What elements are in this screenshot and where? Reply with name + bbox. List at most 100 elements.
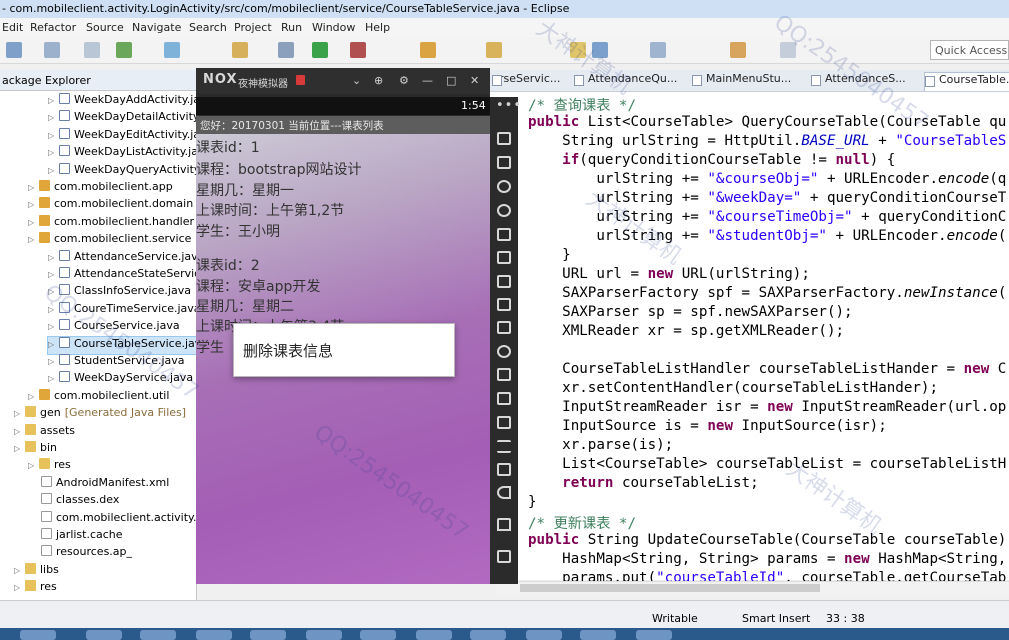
scrollbar-thumb[interactable] xyxy=(520,584,820,592)
taskbar-app[interactable] xyxy=(140,630,176,640)
taskbar-app[interactable] xyxy=(360,630,396,640)
tree-item[interactable]: ▷ com.mobileclient.service xyxy=(28,232,191,249)
expand-arrow-icon[interactable]: ▷ xyxy=(14,583,22,592)
tree-item[interactable]: AndroidManifest.xml xyxy=(30,475,169,493)
tab-coursetable[interactable]: CourseTable... xyxy=(924,72,1009,91)
back-icon[interactable] xyxy=(730,42,746,58)
keyboard-icon[interactable] xyxy=(497,228,511,241)
menu-project[interactable]: Project xyxy=(234,21,272,34)
minimize-icon[interactable]: — xyxy=(422,74,433,87)
menu-edit[interactable]: Edit xyxy=(2,21,23,34)
tab-mainmenu[interactable]: MainMenuStu... xyxy=(692,72,791,90)
menu-refactor[interactable]: Refactor xyxy=(30,21,76,34)
tree-item[interactable]: resources.ap_ xyxy=(30,545,132,562)
quick-access-input[interactable]: Quick Access xyxy=(930,40,1009,60)
expand-arrow-icon[interactable]: ▷ xyxy=(48,340,56,349)
record-2-id[interactable]: 课表id：2 xyxy=(196,255,260,275)
record-1-time[interactable]: 上课时间：上午第1,2节 xyxy=(196,200,344,220)
shake-icon[interactable] xyxy=(497,132,511,145)
tree-item[interactable]: ▷ com.mobileclient.handler xyxy=(28,214,194,232)
tree-item[interactable]: ▷ res xyxy=(14,580,57,597)
expand-arrow-icon[interactable]: ▷ xyxy=(48,374,56,383)
add-icon[interactable] xyxy=(497,463,511,476)
expand-arrow-icon[interactable]: ▷ xyxy=(14,444,22,453)
expand-arrow-icon[interactable]: ▷ xyxy=(48,253,56,262)
expand-arrow-icon[interactable]: ▷ xyxy=(28,235,36,244)
taskbar-app[interactable] xyxy=(470,630,506,640)
taskbar-app[interactable] xyxy=(196,630,232,640)
android-sdk-icon[interactable] xyxy=(116,42,132,58)
tree-item[interactable]: ▷ com.mobileclient.domain xyxy=(28,197,193,214)
delete-course-table-item[interactable]: 删除课表信息 xyxy=(243,340,333,361)
tree-item[interactable]: jarlist.cache xyxy=(30,528,123,545)
expand-arrow-icon[interactable]: ▷ xyxy=(14,427,22,436)
scissors-icon[interactable] xyxy=(497,180,511,193)
location-icon[interactable] xyxy=(497,204,511,217)
tree-item[interactable]: ▷ assets xyxy=(14,423,75,441)
install-apk-icon[interactable] xyxy=(497,321,511,334)
gear-icon[interactable]: ⚙ xyxy=(399,74,409,87)
chevron-down-icon[interactable]: ⌄ xyxy=(352,74,361,87)
taskbar-app[interactable] xyxy=(636,630,672,640)
taskbar-app[interactable] xyxy=(580,630,616,640)
close-icon[interactable]: ✕ xyxy=(470,74,479,87)
new-package-icon[interactable] xyxy=(420,42,436,58)
checkbox-icon[interactable] xyxy=(164,42,180,58)
pin-icon[interactable]: ⊕ xyxy=(374,74,383,87)
tree-item[interactable]: ▷ res xyxy=(28,458,71,475)
taskbar-app[interactable] xyxy=(306,630,342,640)
new-icon[interactable] xyxy=(6,42,22,58)
menu-help[interactable]: Help xyxy=(365,21,390,34)
expand-arrow-icon[interactable]: ▷ xyxy=(48,270,56,279)
expand-arrow-icon[interactable]: ▷ xyxy=(28,200,36,209)
menu-search[interactable]: Search xyxy=(189,21,227,34)
expand-arrow-icon[interactable]: ▷ xyxy=(48,131,56,140)
record-2-weekday[interactable]: 星期几：星期二 xyxy=(196,296,294,316)
record-2-student[interactable]: 学生 xyxy=(196,337,224,357)
taskbar-app[interactable] xyxy=(250,630,286,640)
record-1-course[interactable]: 课程：bootstrap网站设计 xyxy=(196,159,362,179)
multi-instance-icon[interactable] xyxy=(497,392,511,405)
print-icon[interactable] xyxy=(84,42,100,58)
pilcrow-icon[interactable] xyxy=(650,42,666,58)
expand-arrow-icon[interactable]: ▷ xyxy=(28,392,36,401)
tab-courseservice[interactable]: urseServic... xyxy=(492,72,560,90)
record-1-weekday[interactable]: 星期几：星期一 xyxy=(196,180,294,200)
back-icon[interactable] xyxy=(497,486,511,499)
tree-item[interactable]: ▷ WeekDayListActivity.java xyxy=(48,145,211,162)
expand-arrow-icon[interactable]: ▷ xyxy=(48,96,56,105)
record-2-course[interactable]: 课程：安卓app开发 xyxy=(196,276,320,296)
tree-item[interactable]: ▷ libs xyxy=(14,562,59,580)
expand-arrow-icon[interactable]: ▷ xyxy=(48,357,56,366)
macro-icon[interactable] xyxy=(497,368,511,381)
tree-item[interactable]: ▷ AttendanceService.java xyxy=(48,249,204,267)
start-button[interactable] xyxy=(20,630,56,640)
debug-icon[interactable] xyxy=(278,42,294,58)
screenshot-icon[interactable] xyxy=(497,156,511,169)
expand-arrow-icon[interactable]: ▷ xyxy=(14,566,22,575)
external-tools-icon[interactable] xyxy=(350,42,366,58)
menu-navigate[interactable]: Navigate xyxy=(132,21,181,34)
fullscreen-icon[interactable] xyxy=(497,251,511,264)
tree-item[interactable]: ▷ WeekDayAddActivity.java xyxy=(48,93,213,110)
loading-icon[interactable] xyxy=(497,345,511,358)
tree-item[interactable]: ▷ com.mobileclient.app xyxy=(28,180,173,197)
expand-arrow-icon[interactable]: ▷ xyxy=(48,113,56,122)
volume-up-icon[interactable] xyxy=(497,275,511,288)
open-folder-icon[interactable] xyxy=(486,42,502,58)
menu-window[interactable]: Window xyxy=(312,21,355,34)
expand-arrow-icon[interactable]: ▷ xyxy=(48,166,56,175)
menu-icon[interactable] xyxy=(497,440,511,453)
expand-arrow-icon[interactable]: ▷ xyxy=(48,322,56,331)
tree-item[interactable]: ▷ WeekDayEditActivity.java xyxy=(48,127,213,145)
menu-source[interactable]: Source xyxy=(86,21,124,34)
run-icon[interactable] xyxy=(312,42,328,58)
recent-apps-icon[interactable] xyxy=(497,550,511,563)
tree-item[interactable]: ▷ gen [Generated Java Files] xyxy=(14,406,186,423)
more-icon[interactable]: ••• xyxy=(496,98,522,113)
tree-item[interactable]: classes.dex xyxy=(30,493,119,510)
menu-run[interactable]: Run xyxy=(281,21,302,34)
home-icon[interactable] xyxy=(497,518,511,531)
expand-arrow-icon[interactable]: ▷ xyxy=(48,148,56,157)
taskbar-app[interactable] xyxy=(526,630,562,640)
